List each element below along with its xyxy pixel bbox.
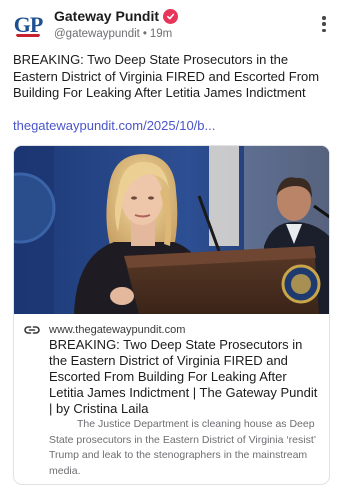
- gateway-pundit-logo-icon: GP: [13, 12, 44, 37]
- post-header: GP Gateway Pundit @gatewaypundit • 19m: [0, 0, 344, 46]
- handle-row: @gatewaypundit • 19m: [54, 27, 172, 41]
- handle[interactable]: @gatewaypundit: [54, 28, 140, 40]
- card-description: The Justice Department is cleaning house…: [49, 418, 316, 477]
- more-vertical-icon: [322, 16, 326, 20]
- timestamp[interactable]: 19m: [150, 28, 172, 40]
- post-link[interactable]: thegatewaypundit.com/2025/10/b...: [13, 118, 331, 134]
- logo-swoosh: [16, 34, 40, 37]
- press-briefing-photo: [14, 146, 329, 314]
- name-row: Gateway Pundit: [54, 8, 179, 24]
- display-name[interactable]: Gateway Pundit: [54, 8, 159, 24]
- verified-badge-icon: [163, 8, 179, 24]
- more-dot: [322, 28, 326, 32]
- chain-link-icon: [24, 326, 40, 334]
- separator-dot: •: [142, 28, 147, 40]
- link-preview-card[interactable]: www.thegatewaypundit.com BREAKING: Two D…: [13, 145, 330, 485]
- more-options-button[interactable]: [318, 14, 330, 34]
- post-text: BREAKING: Two Deep State Prosecutors in …: [13, 52, 320, 100]
- more-dot: [322, 22, 326, 26]
- card-domain: www.thegatewaypundit.com: [49, 324, 186, 336]
- card-title[interactable]: BREAKING: Two Deep State Prosecutors in …: [49, 337, 321, 417]
- card-image: [14, 146, 329, 314]
- avatar[interactable]: GP: [12, 9, 44, 41]
